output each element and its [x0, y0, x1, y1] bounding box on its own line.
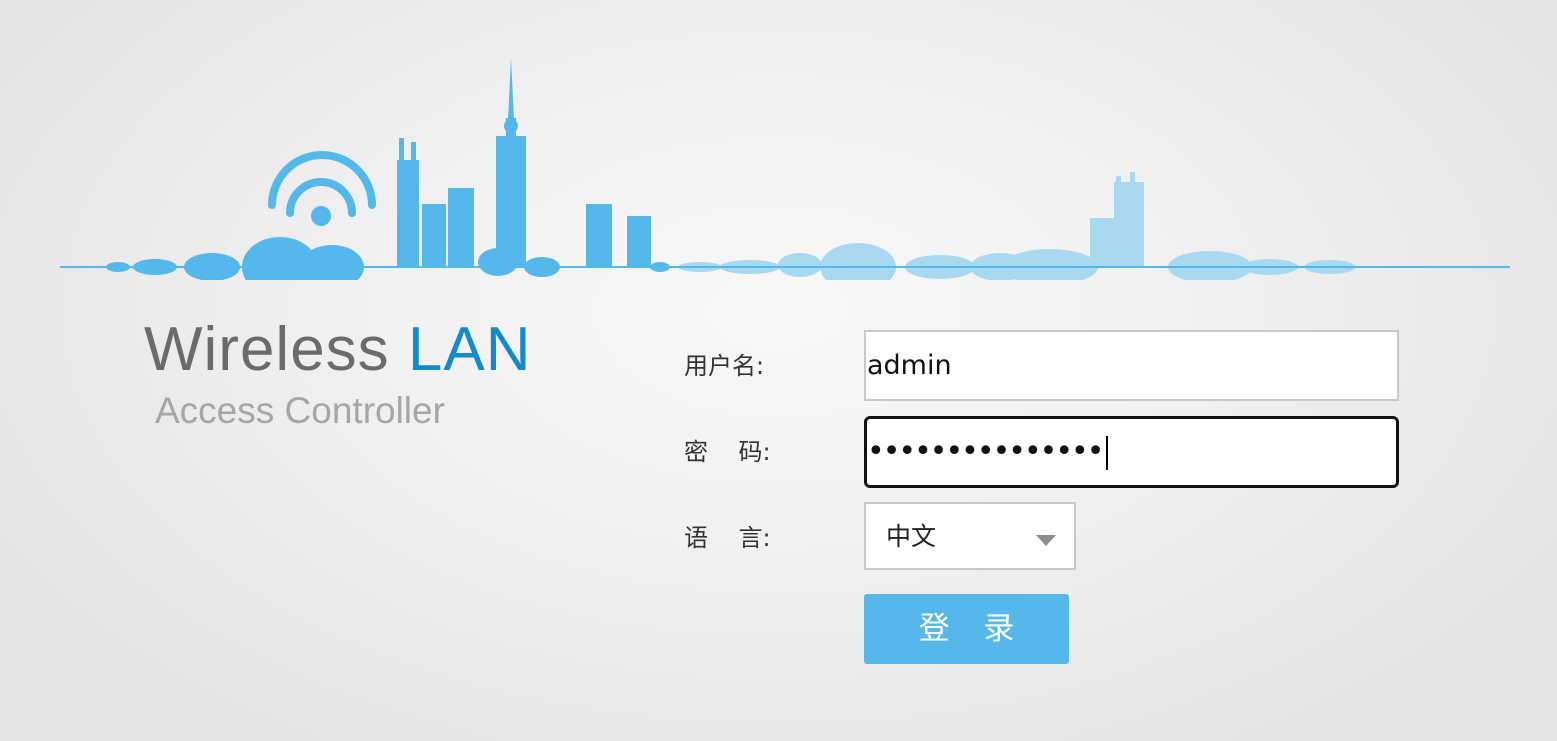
skyline-buildings-light — [678, 172, 1356, 280]
password-value: ••••••••••••••• — [867, 432, 1109, 472]
username-input[interactable]: admin — [864, 330, 1399, 401]
username-label: 用户名: — [684, 352, 765, 380]
password-input[interactable]: ••••••••••••••• — [864, 416, 1399, 488]
text-caret — [1106, 435, 1109, 470]
username-value: admin — [867, 350, 952, 381]
language-selected-value: 中文 — [886, 522, 937, 551]
chevron-down-icon[interactable] — [1036, 535, 1056, 546]
language-select[interactable]: 中文 — [864, 502, 1076, 570]
brand-logo: Wireless LAN Access Controller — [144, 314, 584, 444]
skyline-banner — [60, 58, 1510, 280]
wifi-icon — [268, 151, 376, 226]
brand-title-lan: LAN — [407, 315, 532, 384]
skyline-buildings-dark — [106, 58, 670, 280]
password-dots: ••••••••••••••• — [867, 434, 1104, 469]
language-label: 语 言: — [684, 524, 771, 552]
brand-title-wireless: Wireless — [144, 315, 390, 384]
brand-subtitle: Access Controller — [155, 390, 445, 431]
login-button[interactable]: 登 录 — [864, 594, 1069, 664]
brand-title: Wireless LAN — [144, 314, 532, 386]
password-label: 密 码: — [684, 438, 771, 466]
